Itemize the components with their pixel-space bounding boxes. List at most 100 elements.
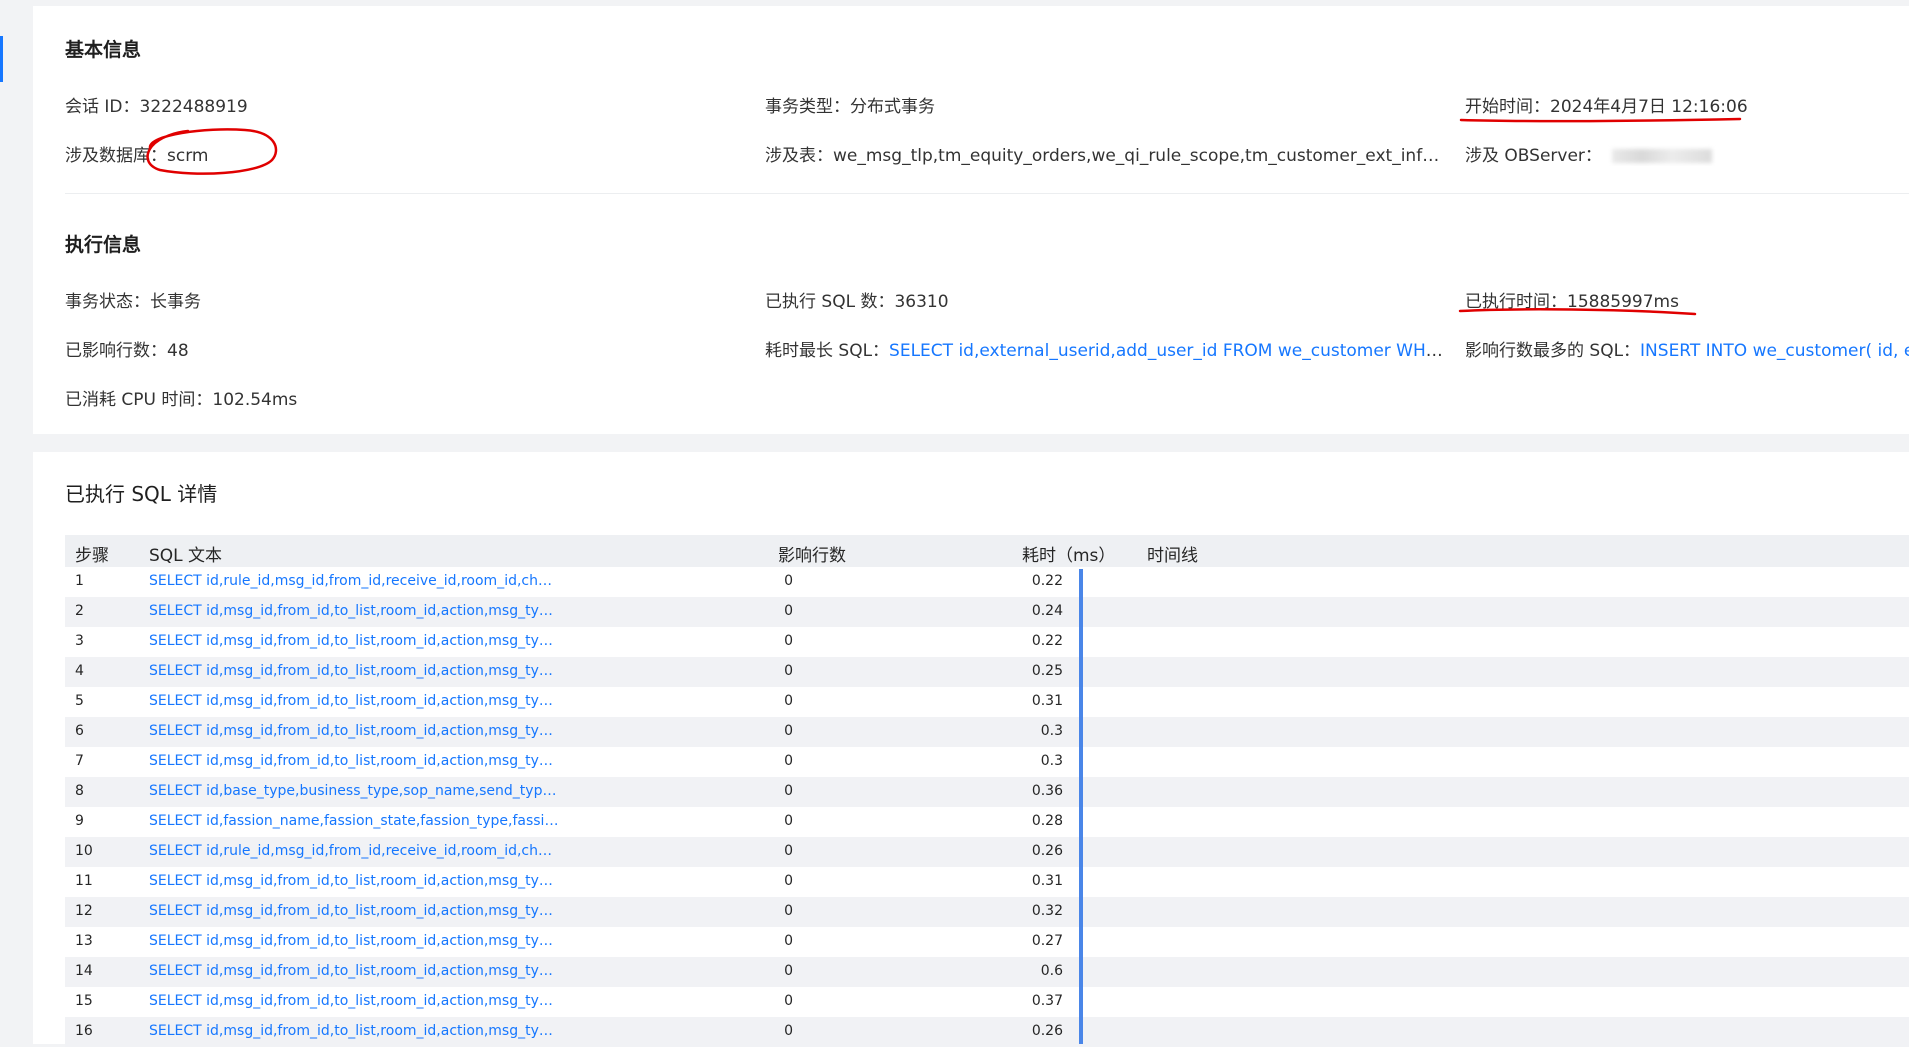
affected-rows-cell: 0 — [784, 723, 793, 739]
step-cell: 9 — [75, 813, 84, 829]
sql-detail-title: 已执行 SQL 详情 — [65, 482, 218, 506]
step-cell: 15 — [75, 993, 93, 1009]
longest-sql-label: 耗时最长 SQL： — [765, 341, 890, 361]
step-cell: 3 — [75, 633, 84, 649]
elapsed-field: 已执行时间：15885997ms — [1465, 287, 1905, 312]
sql-count-label: 已执行 SQL 数： — [765, 292, 895, 312]
duration-cell: 0.24 — [1031, 603, 1063, 619]
tables-field: 涉及表：we_msg_tlp,tm_equity_orders,we_qi_ru… — [765, 141, 1445, 166]
duration-cell: 0.6 — [1040, 963, 1063, 979]
observer-field: 涉及 OBServer： — [1465, 141, 1905, 166]
sql-text-link[interactable]: SELECT id,msg_id,from_id,to_list,room_id… — [149, 903, 559, 919]
sql-table: 步骤 SQL 文本 影响行数 耗时（ms） 时间线 1 SELECT id,rul… — [65, 535, 1909, 1047]
sql-count-field: 已执行 SQL 数：36310 — [765, 287, 1415, 312]
session-id-value: 3222488919 — [139, 97, 248, 117]
sql-text-link[interactable]: SELECT id,rule_id,msg_id,from_id,receive… — [149, 843, 559, 859]
affected-rows-cell: 0 — [784, 903, 793, 919]
database-label: 涉及数据库： — [65, 146, 167, 166]
table-row: 14 SELECT id,msg_id,from_id,to_list,room_… — [65, 957, 1909, 987]
section-divider — [65, 193, 1909, 194]
header-sql: SQL 文本 — [149, 546, 223, 566]
sql-text-link[interactable]: SELECT id,base_type,business_type,sop_na… — [149, 783, 559, 799]
rail-active-marker — [0, 36, 3, 82]
affected-rows-cell: 0 — [784, 813, 793, 829]
table-row: 15 SELECT id,msg_id,from_id,to_list,room_… — [65, 987, 1909, 1017]
tx-type-label: 事务类型： — [765, 97, 850, 117]
overview-card: 基本信息 会话 ID：3222488919 事务类型：分布式事务 开始时间：20… — [33, 6, 1909, 434]
most-rows-sql-link[interactable]: INSERT INTO we_customer( id, exte — [1640, 341, 1909, 361]
header-time: 耗时（ms） — [1022, 546, 1116, 566]
database-value: scrm — [167, 146, 209, 166]
sql-text-link[interactable]: SELECT id,msg_id,from_id,to_list,room_id… — [149, 993, 559, 1009]
duration-cell: 0.3 — [1040, 753, 1063, 769]
sql-text-link[interactable]: SELECT id,msg_id,from_id,to_list,room_id… — [149, 723, 559, 739]
sql-text-link[interactable]: SELECT id,msg_id,from_id,to_list,room_id… — [149, 663, 559, 679]
table-row: 6 SELECT id,msg_id,from_id,to_list,room_i… — [65, 717, 1909, 747]
sql-table-body: 1 SELECT id,rule_id,msg_id,from_id,receiv… — [65, 567, 1909, 1047]
table-row: 8 SELECT id,base_type,business_type,sop_n… — [65, 777, 1909, 807]
cpu-time-label: 已消耗 CPU 时间： — [65, 390, 213, 410]
duration-cell: 0.22 — [1031, 573, 1063, 589]
sql-text-link[interactable]: SELECT id,fassion_name,fassion_state,fas… — [149, 813, 559, 829]
table-row: 1 SELECT id,rule_id,msg_id,from_id,receiv… — [65, 567, 1909, 597]
affected-rows-cell: 0 — [784, 963, 793, 979]
duration-cell: 0.31 — [1031, 873, 1063, 889]
longest-sql-field: 耗时最长 SQL：SELECT id,external_userid,add_u… — [765, 336, 1445, 361]
affected-rows-cell: 0 — [784, 633, 793, 649]
duration-cell: 0.3 — [1040, 723, 1063, 739]
affected-rows-label: 已影响行数： — [65, 341, 167, 361]
table-row: 11 SELECT id,msg_id,from_id,to_list,room_… — [65, 867, 1909, 897]
header-rows: 影响行数 — [778, 546, 846, 566]
duration-cell: 0.31 — [1031, 693, 1063, 709]
most-rows-sql-field: 影响行数最多的 SQL：INSERT INTO we_customer( id,… — [1465, 336, 1909, 361]
table-row: 10 SELECT id,rule_id,msg_id,from_id,recei… — [65, 837, 1909, 867]
longest-sql-link[interactable]: SELECT id,external_userid,add_user_id FR… — [889, 341, 1445, 361]
most-rows-sql-label: 影响行数最多的 SQL： — [1465, 341, 1641, 361]
sql-text-link[interactable]: SELECT id,msg_id,from_id,to_list,room_id… — [149, 753, 559, 769]
tables-label: 涉及表： — [765, 146, 833, 166]
sql-table-header: 步骤 SQL 文本 影响行数 耗时（ms） 时间线 — [65, 535, 1909, 567]
table-row: 2 SELECT id,msg_id,from_id,to_list,room_i… — [65, 597, 1909, 627]
duration-cell: 0.26 — [1031, 1023, 1063, 1039]
sql-count-value: 36310 — [894, 292, 949, 312]
step-cell: 10 — [75, 843, 93, 859]
sql-text-link[interactable]: SELECT id,msg_id,from_id,to_list,room_id… — [149, 603, 559, 619]
duration-cell: 0.32 — [1031, 903, 1063, 919]
table-row: 9 SELECT id,fassion_name,fassion_state,fa… — [65, 807, 1909, 837]
affected-rows-field: 已影响行数：48 — [65, 336, 715, 361]
affected-rows-cell: 0 — [784, 603, 793, 619]
sql-text-link[interactable]: SELECT id,msg_id,from_id,to_list,room_id… — [149, 1023, 559, 1039]
step-cell: 4 — [75, 663, 84, 679]
sql-text-link[interactable]: SELECT id,msg_id,from_id,to_list,room_id… — [149, 873, 559, 889]
affected-rows-value: 48 — [167, 341, 189, 361]
tx-type-field: 事务类型：分布式事务 — [765, 92, 1415, 117]
affected-rows-cell: 0 — [784, 873, 793, 889]
sql-text-link[interactable]: SELECT id,msg_id,from_id,to_list,room_id… — [149, 963, 559, 979]
duration-cell: 0.37 — [1031, 993, 1063, 1009]
start-time-value: 2024年4月7日 12:16:06 — [1550, 97, 1748, 117]
step-cell: 8 — [75, 783, 84, 799]
table-row: 4 SELECT id,msg_id,from_id,to_list,room_i… — [65, 657, 1909, 687]
header-step: 步骤 — [75, 546, 109, 566]
sql-detail-card: 已执行 SQL 详情 步骤 SQL 文本 影响行数 耗时（ms） 时间线 1 SE… — [33, 452, 1909, 1047]
affected-rows-cell: 0 — [784, 663, 793, 679]
step-cell: 12 — [75, 903, 93, 919]
sql-text-link[interactable]: SELECT id,msg_id,from_id,to_list,room_id… — [149, 693, 559, 709]
cpu-time-field: 已消耗 CPU 时间：102.54ms — [65, 385, 715, 410]
session-id-label: 会话 ID： — [65, 97, 140, 117]
sql-text-link[interactable]: SELECT id,msg_id,from_id,to_list,room_id… — [149, 933, 559, 949]
elapsed-label: 已执行时间： — [1465, 292, 1567, 312]
sql-text-link[interactable]: SELECT id,msg_id,from_id,to_list,room_id… — [149, 633, 559, 649]
timeline-bar — [1079, 569, 1083, 1044]
affected-rows-cell: 0 — [784, 573, 793, 589]
database-field: 涉及数据库：scrm — [65, 141, 715, 166]
step-cell: 13 — [75, 933, 93, 949]
sql-text-link[interactable]: SELECT id,rule_id,msg_id,from_id,receive… — [149, 573, 559, 589]
session-id-field: 会话 ID：3222488919 — [65, 92, 715, 117]
tables-value: we_msg_tlp,tm_equity_orders,we_qi_rule_s… — [833, 146, 1445, 166]
observer-label: 涉及 OBServer： — [1465, 146, 1602, 166]
affected-rows-cell: 0 — [784, 753, 793, 769]
tx-status-field: 事务状态：长事务 — [65, 287, 715, 312]
affected-rows-cell: 0 — [784, 843, 793, 859]
step-cell: 5 — [75, 693, 84, 709]
